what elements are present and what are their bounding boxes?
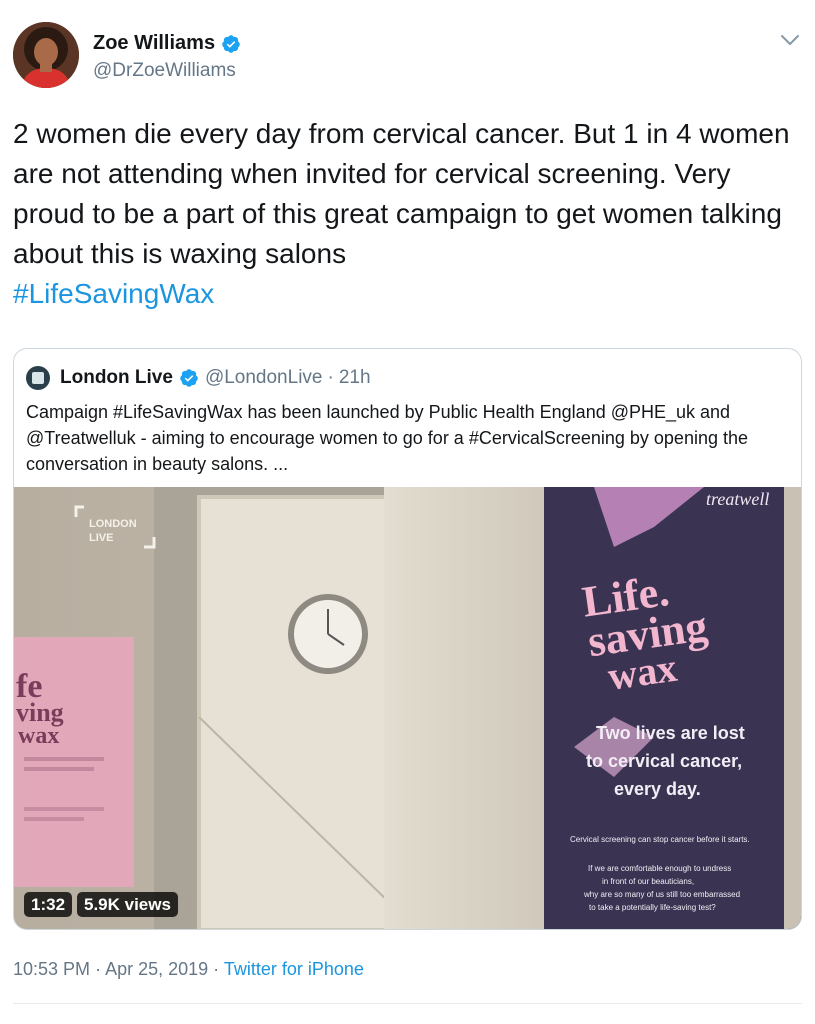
author-handle[interactable]: @DrZoeWilliams xyxy=(93,60,236,82)
quoted-author-name[interactable]: London Live xyxy=(60,367,173,389)
tweet-body: 2 women die every day from cervical canc… xyxy=(13,118,790,269)
chevron-down-icon[interactable] xyxy=(779,32,801,48)
video-player[interactable]: fe ving wax LONDON LIVE treatwell Life. … xyxy=(14,487,801,929)
watermark-line2: LIVE xyxy=(89,532,113,544)
quoted-tweet-text: Campaign #LifeSavingWax has been launche… xyxy=(26,402,748,474)
verified-badge-icon xyxy=(222,34,240,53)
author-name-text: Zoe Williams xyxy=(93,32,216,54)
tweet-container: Zoe Williams @DrZoeWilliams 2 women die … xyxy=(0,0,815,1024)
quoted-tweet-header: London Live @LondonLive · 21h xyxy=(26,366,371,390)
poster-body-4: to take a potentially life-saving test? xyxy=(589,903,716,912)
poster-body-2: in front of our beauticians, xyxy=(602,877,694,886)
author-name[interactable]: Zoe Williams xyxy=(93,32,241,55)
quoted-timestamp[interactable]: 21h xyxy=(339,367,371,389)
poster-sub-1: Two lives are lost xyxy=(596,723,745,743)
poster-small: Cervical screening can stop cancer befor… xyxy=(570,835,750,844)
video-duration-badge: 1:32 xyxy=(24,892,73,917)
left-poster-text-3: wax xyxy=(18,723,59,749)
separator-dot: · xyxy=(95,959,102,979)
tweet-time[interactable]: 10:53 PM xyxy=(13,959,90,979)
quoted-avatar[interactable] xyxy=(26,366,50,390)
video-thumbnail: fe ving wax LONDON LIVE treatwell Life. … xyxy=(14,487,801,929)
poster-body-3: why are so many of us still too embarras… xyxy=(583,890,740,899)
hashtag-link[interactable]: #LifeSavingWax xyxy=(13,278,214,309)
poster-sub-3: every day. xyxy=(614,779,701,799)
divider xyxy=(13,1003,802,1004)
poster-brand: treatwell xyxy=(706,489,769,509)
poster-sub-2: to cervical cancer, xyxy=(586,751,742,771)
verified-badge-icon xyxy=(180,369,198,387)
watermark-line1: LONDON xyxy=(89,518,137,530)
tweet-text: 2 women die every day from cervical canc… xyxy=(13,114,803,314)
tweet-metadata: 10:53 PM · Apr 25, 2019 · Twitter for iP… xyxy=(13,959,364,980)
tweet-source-link[interactable]: Twitter for iPhone xyxy=(224,959,364,979)
quoted-author-handle[interactable]: @LondonLive xyxy=(205,367,323,389)
tweet-date[interactable]: Apr 25, 2019 xyxy=(105,959,208,979)
poster-title-3: wax xyxy=(605,645,679,699)
poster-body-1: If we are comfortable enough to undress xyxy=(588,864,731,873)
avatar-photo xyxy=(13,22,79,88)
separator-dot: · xyxy=(327,367,334,388)
separator-dot: · xyxy=(213,959,220,979)
author-avatar[interactable] xyxy=(13,22,79,88)
video-views-badge: 5.9K views xyxy=(77,892,178,917)
quoted-tweet[interactable]: London Live @LondonLive · 21h Campaign #… xyxy=(13,348,802,930)
